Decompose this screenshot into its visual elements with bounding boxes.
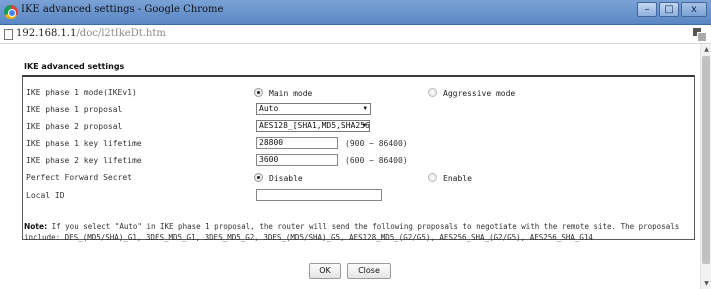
- chrome-logo-icon: [4, 5, 18, 19]
- minimize-button[interactable]: –: [637, 2, 657, 17]
- phase1-lifetime-range: (900 ~ 86400): [345, 139, 408, 148]
- page-icon: [4, 29, 13, 40]
- phase2-lifetime-input[interactable]: 3600: [256, 154, 338, 166]
- main-mode-label: Main mode: [269, 89, 313, 98]
- label-pfs: Perfect Forward Secret: [26, 173, 132, 182]
- label-phase2-proposal: IKE phase 2 proposal: [26, 122, 123, 131]
- local-id-input[interactable]: [256, 189, 382, 201]
- phase1-proposal-select[interactable]: Auto ▼: [256, 103, 371, 115]
- phase1-proposal-value: Auto: [259, 104, 279, 113]
- radio-checked-icon[interactable]: [254, 88, 263, 97]
- close-button[interactable]: Close: [347, 263, 391, 279]
- scroll-thumb[interactable]: [702, 56, 710, 264]
- main-mode-radio[interactable]: Main mode: [254, 88, 312, 98]
- translate-icon[interactable]: [693, 28, 707, 42]
- radio-unchecked-icon[interactable]: [428, 173, 437, 182]
- pfs-disable-label: Disable: [269, 174, 303, 183]
- vertical-scrollbar[interactable]: ▲ ▼: [700, 44, 711, 289]
- label-phase2-lifetime: IKE phase 2 key lifetime: [26, 156, 142, 165]
- radio-checked-icon[interactable]: [254, 173, 263, 182]
- phase1-lifetime-input[interactable]: 28800: [256, 137, 338, 149]
- close-window-button[interactable]: x: [681, 2, 707, 17]
- scroll-up-arrow-icon[interactable]: ▲: [702, 45, 711, 54]
- note-text: Note: If you select "Auto" in IKE phase …: [24, 222, 694, 243]
- label-local-id: Local ID: [26, 191, 65, 200]
- chevron-down-icon: ▼: [362, 122, 366, 129]
- note-label: Note:: [24, 222, 48, 231]
- ok-button[interactable]: OK: [309, 263, 341, 279]
- phase2-proposal-value: AES128_[SHA1,MD5,SHA256]: [259, 121, 370, 130]
- pfs-enable-label: Enable: [443, 174, 472, 183]
- page-content: IKE advanced settings IKE phase 1 mode(I…: [0, 44, 700, 289]
- scroll-down-arrow-icon[interactable]: ▼: [702, 279, 711, 288]
- radio-unchecked-icon[interactable]: [428, 88, 437, 97]
- window-title: IKE advanced settings - Google Chrome: [21, 4, 224, 15]
- chevron-down-icon: ▼: [363, 105, 367, 112]
- settings-panel: IKE phase 1 mode(IKEv1) IKE phase 1 prop…: [22, 75, 695, 240]
- note-body: If you select "Auto" in IKE phase 1 prop…: [24, 222, 680, 242]
- url-path: /doc/l2tIkeDt.htm: [76, 28, 166, 39]
- label-phase1-lifetime: IKE phase 1 key lifetime: [26, 139, 142, 148]
- maximize-button[interactable]: □: [659, 2, 679, 17]
- window-title-bar: IKE advanced settings - Google Chrome – …: [0, 0, 711, 25]
- phase2-proposal-select[interactable]: AES128_[SHA1,MD5,SHA256] ▼: [256, 120, 370, 132]
- aggressive-mode-radio[interactable]: Aggressive mode: [428, 88, 515, 98]
- pfs-disable-radio[interactable]: Disable: [254, 173, 303, 183]
- phase2-lifetime-range: (600 ~ 86400): [345, 156, 408, 165]
- window-controls: – □ x: [635, 2, 707, 17]
- aggressive-mode-label: Aggressive mode: [443, 89, 516, 98]
- section-title: IKE advanced settings: [24, 62, 125, 71]
- pfs-enable-radio[interactable]: Enable: [428, 173, 472, 183]
- label-phase1-proposal: IKE phase 1 proposal: [26, 105, 123, 114]
- address-bar[interactable]: 192.168.1.1/doc/l2tIkeDt.htm: [0, 25, 711, 44]
- label-phase1-mode: IKE phase 1 mode(IKEv1): [26, 88, 137, 97]
- url-host: 192.168.1.1: [16, 28, 77, 39]
- url[interactable]: 192.168.1.1/doc/l2tIkeDt.htm: [16, 28, 166, 39]
